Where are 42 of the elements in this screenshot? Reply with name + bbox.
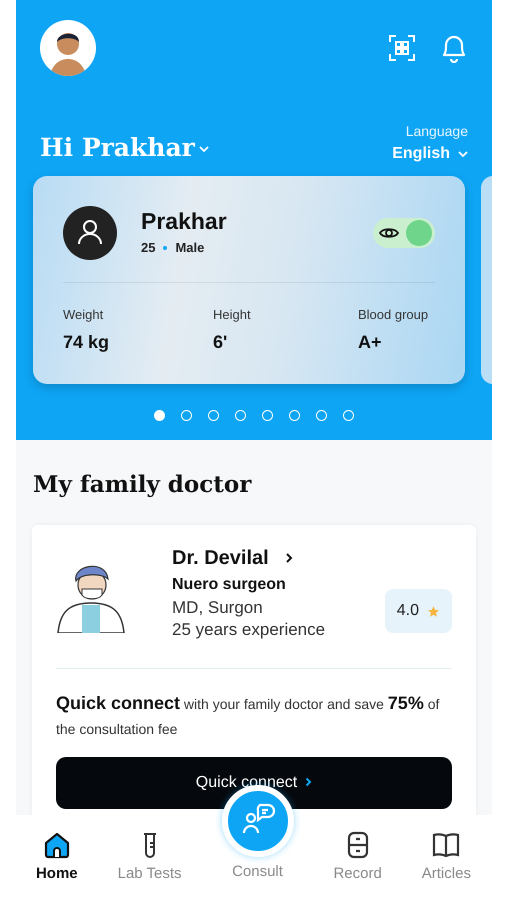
doctor-specialty: Nuero surgeon xyxy=(172,574,287,594)
doctor-degree: MD, Surgon xyxy=(172,596,264,618)
stat-value: A+ xyxy=(358,330,383,354)
carousel-dot[interactable] xyxy=(154,410,165,421)
nav-tab[interactable]: Home xyxy=(36,831,78,886)
language-label: Language xyxy=(406,122,468,141)
nav-tab[interactable]: Articles xyxy=(422,831,471,886)
carousel-dot[interactable] xyxy=(316,410,327,421)
caret-icon xyxy=(198,145,209,154)
language-dropdown[interactable]: English xyxy=(392,142,468,166)
quick-connect-description: Quick connect with your family doctor and save 75% of the consultation fee xyxy=(56,692,440,740)
section-title: My family doctor xyxy=(32,470,253,500)
carousel-dot[interactable] xyxy=(289,410,300,421)
user-icon xyxy=(63,206,117,260)
stat-label: Blood group xyxy=(358,306,428,324)
age-text: 25 xyxy=(141,238,156,257)
doctor-name-link[interactable]: Dr. Devilal xyxy=(172,542,293,572)
carousel-dot[interactable] xyxy=(262,410,273,421)
carousel-dot[interactable] xyxy=(343,410,354,421)
carousel-dot[interactable] xyxy=(181,410,192,421)
carousel-dot[interactable] xyxy=(208,410,219,421)
stat-label: Weight xyxy=(63,306,104,324)
chevron-right-icon xyxy=(284,552,293,564)
nav-tab[interactable]: Lab Tests xyxy=(118,831,182,886)
caret-icon xyxy=(458,150,468,158)
stat-value: 74 kg xyxy=(63,330,110,354)
carousel-dot[interactable] xyxy=(235,410,246,421)
home-icon xyxy=(42,831,71,859)
stat-value: 6' xyxy=(213,330,228,354)
separator-dot-icon xyxy=(163,246,168,250)
book-icon xyxy=(431,831,462,859)
notification-bell-icon[interactable] xyxy=(440,33,468,63)
gender-text: Male xyxy=(175,238,204,257)
chevron-right-icon xyxy=(305,777,312,788)
patient-name: Prakhar xyxy=(141,208,228,234)
greeting-dropdown[interactable]: Hi Prakhar xyxy=(40,128,209,166)
visibility-toggle[interactable] xyxy=(373,218,435,248)
qr-scan-icon[interactable] xyxy=(388,34,416,62)
doctor-experience: 25 years experience xyxy=(172,619,326,642)
stat-label: Height xyxy=(213,306,252,324)
nav-tab[interactable]: Record xyxy=(333,831,382,886)
rating-badge: 4.0 xyxy=(384,589,452,634)
